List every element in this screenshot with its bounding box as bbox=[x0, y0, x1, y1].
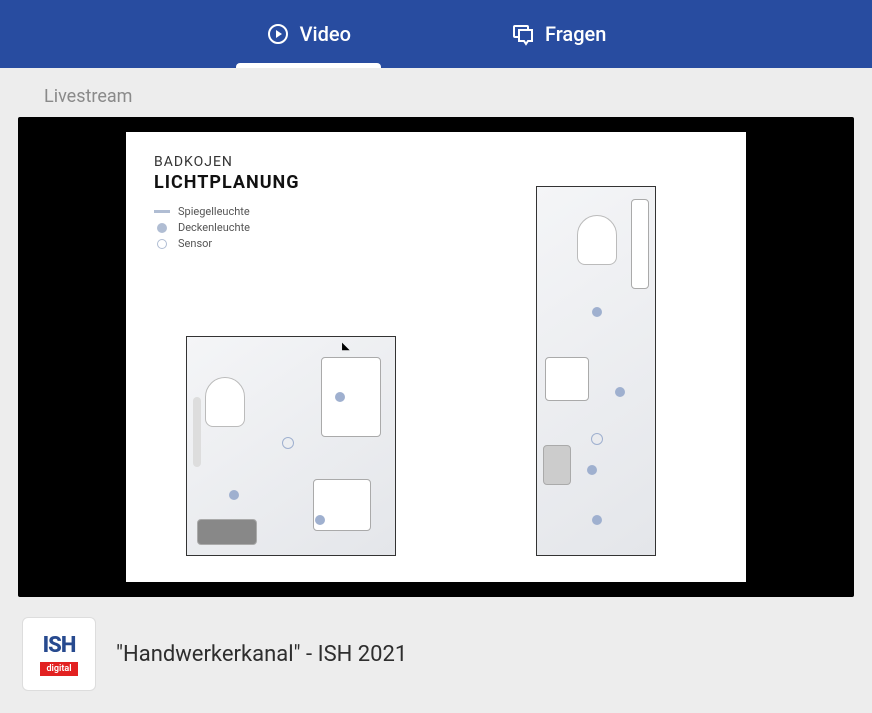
floorplan-a: ◣ bbox=[186, 336, 396, 556]
sensor-marker bbox=[591, 433, 603, 445]
fixture-radiator bbox=[193, 397, 201, 467]
video-player[interactable]: BADKOJEN LICHTPLANUNG Spiegelleuchte Dec… bbox=[18, 117, 854, 597]
fixture-toilet bbox=[205, 377, 245, 427]
video-title: "Handwerkerkanal" - ISH 2021 bbox=[116, 642, 407, 667]
slide-content: BADKOJEN LICHTPLANUNG Spiegelleuchte Dec… bbox=[126, 132, 746, 582]
play-circle-icon bbox=[266, 22, 290, 46]
legend-label: Spiegelleuchte bbox=[178, 205, 250, 218]
tab-fragen-label: Fragen bbox=[545, 22, 606, 46]
floorplan-b bbox=[536, 186, 656, 556]
legend-circle-icon bbox=[157, 239, 167, 249]
cursor-icon: ◣ bbox=[342, 341, 350, 352]
ceiling-light-marker bbox=[229, 490, 239, 500]
slide-subtitle: BADKOJEN bbox=[154, 154, 718, 170]
legend-label: Sensor bbox=[178, 237, 212, 250]
fixture-sink bbox=[545, 357, 589, 401]
ceiling-light-marker bbox=[592, 515, 602, 525]
video-footer: ISH digital "Handwerkerkanal" - ISH 2021 bbox=[0, 597, 872, 711]
section-label: Livestream bbox=[0, 68, 872, 117]
legend-dot-icon bbox=[157, 223, 167, 233]
ceiling-light-marker bbox=[315, 515, 325, 525]
tab-video[interactable]: Video bbox=[266, 0, 351, 68]
logo-tag: digital bbox=[40, 662, 77, 676]
chat-icon bbox=[511, 22, 535, 46]
ceiling-light-marker bbox=[615, 387, 625, 397]
sensor-marker bbox=[282, 437, 294, 449]
logo-text: ISH bbox=[43, 633, 76, 658]
top-tab-bar: Video Fragen bbox=[0, 0, 872, 68]
fixture-cabinet bbox=[543, 445, 571, 485]
floorplan-group: ◣ bbox=[186, 336, 396, 556]
channel-logo[interactable]: ISH digital bbox=[22, 617, 96, 691]
fixture-toilet bbox=[577, 215, 617, 265]
tab-video-label: Video bbox=[300, 22, 351, 46]
ceiling-light-marker bbox=[592, 307, 602, 317]
tab-fragen[interactable]: Fragen bbox=[511, 0, 606, 68]
legend-label: Deckenleuchte bbox=[178, 221, 250, 234]
fixture-cabinet bbox=[197, 519, 257, 545]
ceiling-light-marker bbox=[587, 465, 597, 475]
ceiling-light-marker bbox=[335, 392, 345, 402]
fixture-shower bbox=[321, 357, 381, 437]
legend-line-icon bbox=[154, 210, 170, 213]
fixture-shower bbox=[631, 199, 649, 289]
